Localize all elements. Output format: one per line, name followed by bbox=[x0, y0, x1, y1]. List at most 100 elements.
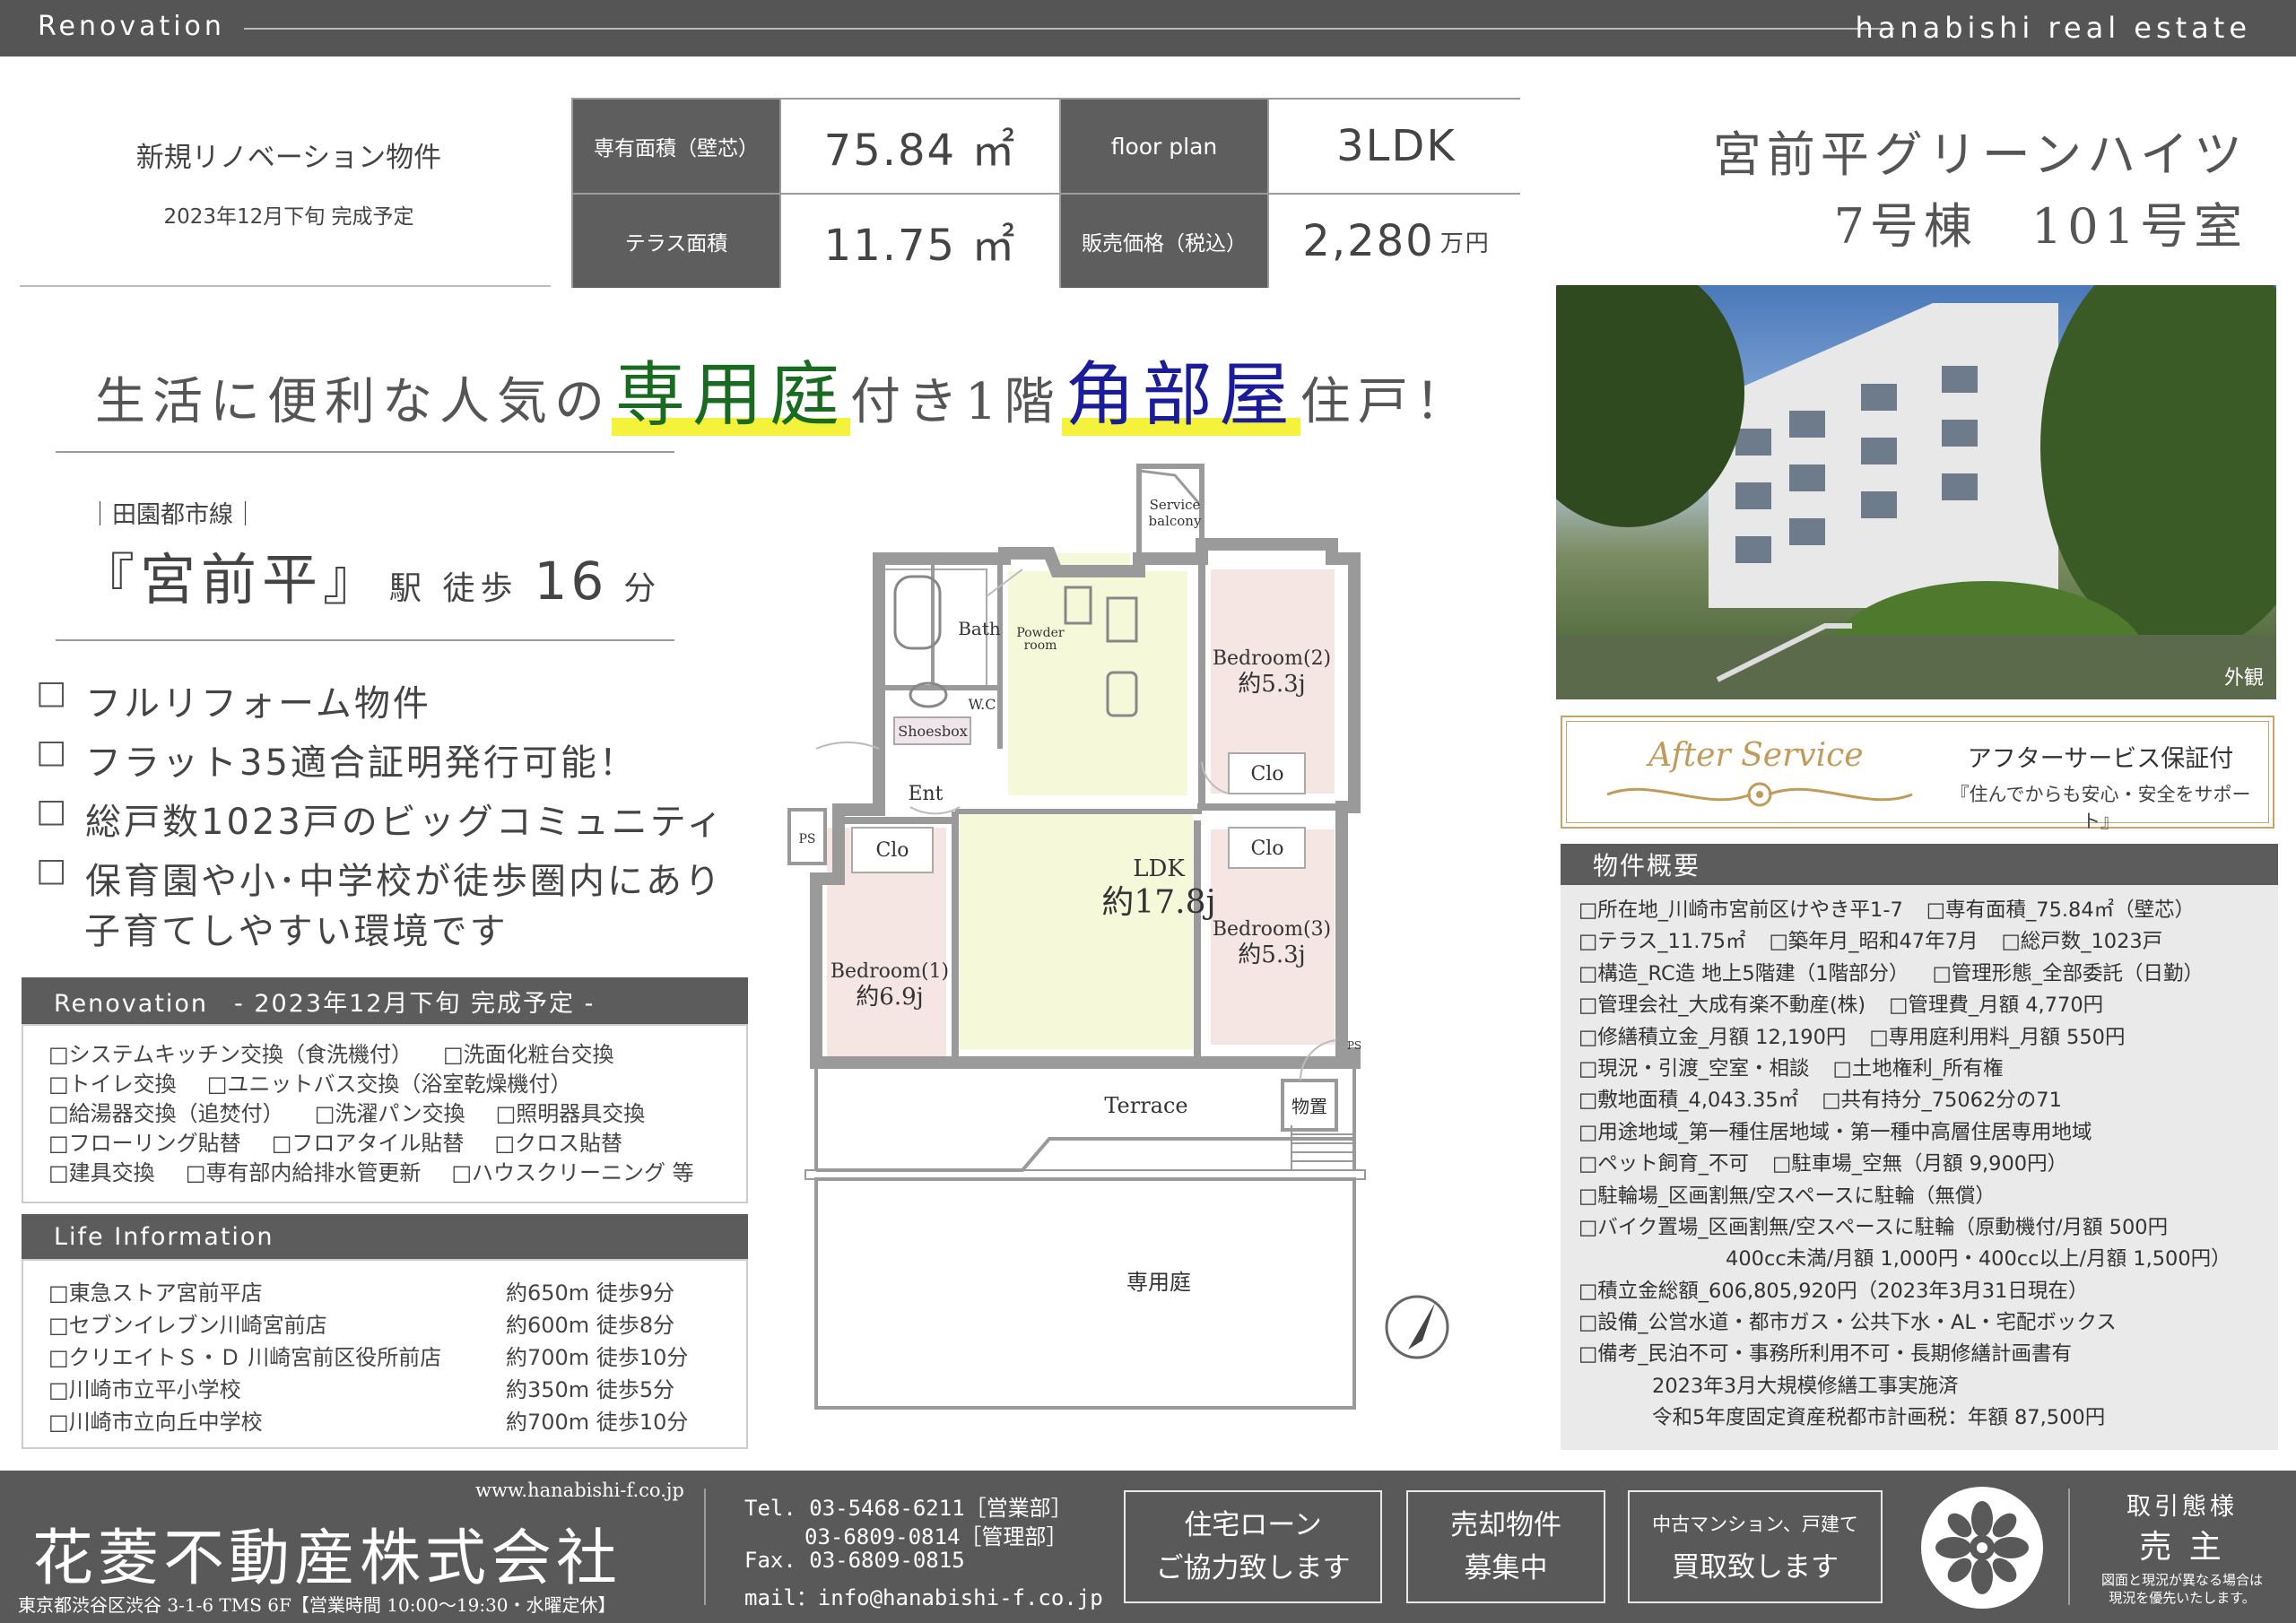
deal-label: 取引態様 bbox=[2126, 1493, 2238, 1521]
feature-item: □ フルリフォーム物件 bbox=[36, 674, 725, 733]
outline-item: □積立金総額_606,805,920円（2023年3月31日現在） bbox=[1578, 1279, 2089, 1303]
catch-part2: 付き1階 bbox=[850, 373, 1062, 431]
note-line2: 現況を優先いたします。 bbox=[2109, 1590, 2256, 1606]
header-left-label: Renovation bbox=[38, 11, 225, 42]
life-item: □セブンイレブン川崎宮前店 約600m 徒歩8分 bbox=[48, 1309, 746, 1341]
life-heading: Life Information bbox=[22, 1214, 748, 1259]
life-item-name: □川崎市立向丘中学校 bbox=[48, 1410, 263, 1435]
footer-note: 図面と現況が異なる場合は 現況を優先いたします。 bbox=[2081, 1571, 2283, 1607]
access-min-unit: 分 bbox=[623, 570, 657, 607]
label-bath: Bath bbox=[958, 618, 1001, 639]
outline-item: □所在地_川崎市宮前区けやき平1-7 bbox=[1578, 898, 1903, 922]
purchase-line1: 中古マンション、戸建て bbox=[1652, 1513, 1858, 1535]
outline-item: □設備_公営水道・都市ガス・公共下水・AL・宅配ボックス bbox=[1578, 1311, 2117, 1335]
loan-line1: 住宅ローン bbox=[1184, 1509, 1322, 1541]
access-rule-top bbox=[56, 451, 674, 453]
footer-mail: mail：info@hanabishi-f.co.jp bbox=[744, 1585, 1103, 1610]
outline-line: □バイク置場_区画割無/空スペースに駐輪（原動機付/月額 500円 bbox=[1578, 1212, 2278, 1244]
outline-item: □備考_民泊不可・事務所利用不可・長期修繕計画書有 bbox=[1578, 1342, 2073, 1367]
renovation-item: □フロアタイル貼替 bbox=[271, 1131, 465, 1156]
feature-text: 総戸数1023戸のビッグコミュニティ bbox=[85, 802, 726, 843]
header-right-label: hanabishi real estate bbox=[1855, 11, 2251, 45]
outline-line: □管理会社_大成有楽不動産(株) □管理費_月額 4,770円 bbox=[1578, 990, 2278, 1021]
note-line1: 図面と現況が異なる場合は bbox=[2100, 1572, 2263, 1588]
label-terrace: Terrace bbox=[1104, 1093, 1187, 1118]
outline-line: □構造_RC造 地上5階建（1階部分） □管理形態_全部委託（日勤） bbox=[1578, 959, 2278, 990]
outline-line: □ペット飼育_不可 □駐車場_空無（月額 9,900円） bbox=[1578, 1149, 2278, 1180]
label-ps: PS bbox=[798, 832, 815, 846]
renovation-line: □給湯器交換（追焚付） □洗濯パン交換 □照明器具交換 bbox=[48, 1099, 746, 1129]
life-list: □東急ストア宮前平店 約650m 徒歩9分 □セブンイレブン川崎宮前店 約600m 徒… bbox=[22, 1259, 748, 1449]
feature-list: □ フルリフォーム物件 □ フラット35適合証明発行可能！ □ 総戸数1023戸のビッ… bbox=[36, 674, 725, 952]
outline-line: 400cc未満/月額 1,000円・400cc以上/月額 1,500円） bbox=[1578, 1244, 2278, 1275]
life-item: □川崎市立向丘中学校 約700m 徒歩10分 bbox=[48, 1406, 746, 1438]
life-item-distance: 約700m 徒歩10分 bbox=[506, 1345, 689, 1370]
outline-item: 400cc未満/月額 1,000円・400cc以上/月額 1,500円） bbox=[1726, 1247, 2231, 1271]
purchase-line2: 買取致します bbox=[1672, 1550, 1839, 1584]
catch-highlight-garden: 専用庭 bbox=[612, 355, 851, 436]
outline-item: □ペット飼育_不可 bbox=[1578, 1152, 1750, 1176]
label-service-2: balcony bbox=[1149, 513, 1202, 529]
checkbox-icon: □ bbox=[36, 852, 70, 889]
loan-line2: ご協力致します bbox=[1155, 1552, 1351, 1584]
label-bed1: Bedroom(1) bbox=[831, 960, 949, 983]
access-minutes: 16 bbox=[534, 551, 608, 612]
outline-item: □テラス_11.75㎡ bbox=[1578, 930, 1746, 954]
footer-tel1: Tel. 03-5468-6211［営業部］ bbox=[744, 1496, 1073, 1521]
outline-item: □管理会社_大成有楽不動産(株) bbox=[1578, 994, 1866, 1018]
life-item-name: □東急ストア宮前平店 bbox=[48, 1280, 263, 1306]
label-bed2: Bedroom(2) bbox=[1213, 647, 1331, 670]
outline-heading: 物件概要 bbox=[1561, 844, 2278, 885]
outline-item: □駐車場_空無（月額 9,900円） bbox=[1772, 1152, 2068, 1176]
after-service-banner: After Service アフターサービス保証付 『住んでからも安心・安全をサ… bbox=[1561, 716, 2274, 832]
footer-sep-1 bbox=[704, 1488, 706, 1605]
checkbox-icon: □ bbox=[36, 674, 70, 711]
feature-text: 保育園や小･中学校が徒歩圏内にあり bbox=[85, 861, 724, 902]
catch-copy: 生活に便利な人気の専用庭付き1階角部屋住戸！ bbox=[95, 339, 1473, 439]
life-item-distance: 約600m 徒歩8分 bbox=[506, 1313, 675, 1338]
outline-line: 2023年3月大規模修繕工事実施済 bbox=[1578, 1371, 2278, 1402]
outline-lines: □所在地_川崎市宮前区けやき平1-7 □専有面積_75.84㎡（壁芯） □テラス_1… bbox=[1578, 895, 2278, 1435]
spec-area-value: 75.84 ㎡ bbox=[781, 100, 1059, 193]
access-line: ｜田園都市線｜ bbox=[88, 501, 257, 529]
label-ent: Ent bbox=[908, 783, 943, 805]
after-service-subtitle: 『住んでからも安心・安全をサポート』 bbox=[1950, 784, 2251, 832]
outline-item: □管理費_月額 4,770円 bbox=[1889, 994, 2104, 1018]
footer-sep-2 bbox=[2068, 1488, 2070, 1605]
outline-item: □土地権利_所有権 bbox=[1832, 1056, 2004, 1081]
access-rule-bottom bbox=[56, 639, 674, 641]
renovation-lines: □システムキッチン交換（食洗機付） □洗面化粧台交換 □トイレ交換 □ユニットバス交換… bbox=[48, 1040, 746, 1188]
sale-line1: 売却物件 bbox=[1450, 1509, 1561, 1541]
catch-part1: 生活に便利な人気の bbox=[95, 373, 612, 431]
floor-plan: Service balcony Bath Powder room W.C Sho… bbox=[787, 464, 1449, 1410]
label-ldk-size: 約17.8j bbox=[1101, 884, 1215, 921]
outline-line: □修繕積立金_月額 12,190円 □専用庭利用料_月額 550円 bbox=[1578, 1022, 2278, 1054]
catch-part3: 住戸！ bbox=[1300, 373, 1473, 431]
spec-floorplan-label: floor plan bbox=[1061, 100, 1267, 193]
renovation-item: □クロス貼替 bbox=[494, 1131, 623, 1156]
garden-outline bbox=[814, 1177, 1356, 1410]
after-service-logo: After Service bbox=[1648, 737, 1864, 774]
outline-item: □用途地域_第一種住居地域・第一種中高層住居専用地域 bbox=[1578, 1120, 2092, 1144]
access-suffix: 駅 徒歩 bbox=[389, 570, 518, 607]
footer-url: www.hanabishi-f.co.jp bbox=[475, 1480, 684, 1501]
life-item-distance: 約700m 徒歩10分 bbox=[506, 1410, 689, 1435]
checkbox-icon: □ bbox=[36, 733, 70, 770]
label-bed2-size: 約5.3j bbox=[1238, 671, 1305, 698]
life-item: □クリエイトＳ・Ｄ 川崎宮前区役所前店 約700m 徒歩10分 bbox=[48, 1341, 746, 1374]
label-bed3-size: 約5.3j bbox=[1238, 942, 1305, 968]
top-bar: Renovation hanabishi real estate bbox=[0, 0, 2296, 56]
renovation-item: □給湯器交換（追焚付） bbox=[48, 1101, 284, 1126]
life-item-distance: 約350m 徒歩5分 bbox=[506, 1377, 675, 1402]
feature-text: フラット35適合証明発行可能！ bbox=[85, 742, 638, 784]
spec-price-unit: 万円 bbox=[1439, 230, 1491, 257]
outline-item: □バイク置場_区画割無/空スペースに駐輪（原動機付/月額 500円 bbox=[1578, 1215, 2169, 1239]
outline-item: □管理形態_全部委託（日勤） bbox=[1932, 961, 2205, 985]
property-unit: 7号棟 101号室 bbox=[1833, 198, 2248, 255]
outline-line: □備考_民泊不可・事務所利用不可・長期修繕計画書有 bbox=[1578, 1339, 2278, 1370]
label-clo-1: Clo bbox=[875, 839, 909, 862]
intro-rule bbox=[20, 285, 551, 287]
outline-item: □築年月_昭和47年7月 bbox=[1769, 930, 1979, 954]
label-garden: 専用庭 bbox=[1126, 1270, 1191, 1295]
label-storage: 物置 bbox=[1292, 1096, 1327, 1117]
